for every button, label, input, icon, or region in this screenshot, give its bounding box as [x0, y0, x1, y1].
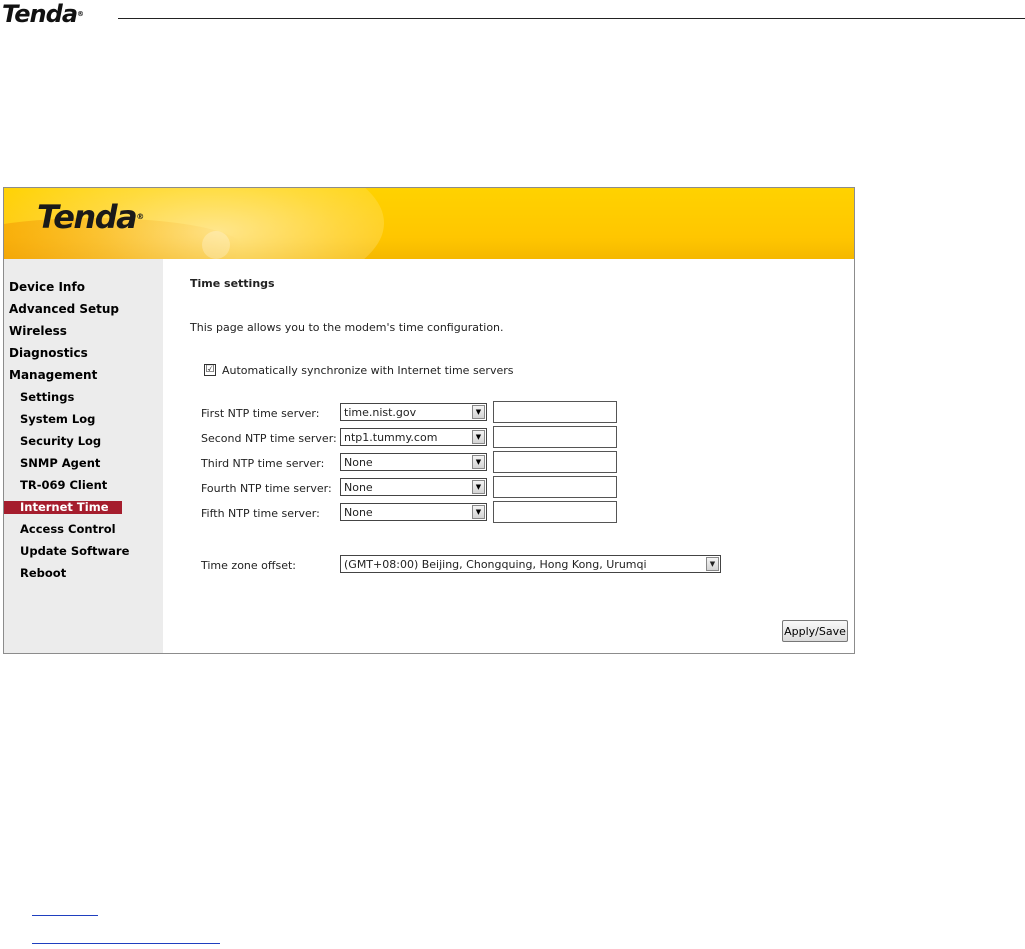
select-value: None: [344, 481, 373, 494]
ntp-server-row-5: Fifth NTP time server: None ▼: [201, 501, 661, 525]
banner-bubble: [202, 231, 230, 259]
auto-sync-label: Automatically synchronize with Internet …: [222, 364, 514, 377]
sidebar-item-diagnostics[interactable]: Diagnostics: [4, 345, 163, 367]
sidebar-item-label: System Log: [20, 412, 96, 426]
page-description: This page allows you to the modem's time…: [190, 321, 504, 334]
ntp-server-row-2: Second NTP time server: ntp1.tummy.com ▼: [201, 426, 661, 450]
ntp-server-label: Second NTP time server:: [201, 432, 337, 445]
chevron-down-icon[interactable]: ▼: [472, 455, 485, 469]
doc-logo-registered-mark: ®: [77, 10, 84, 18]
ntp-server-custom-input-4[interactable]: [493, 476, 617, 498]
ntp-server-row-1: First NTP time server: time.nist.gov ▼: [201, 401, 661, 425]
ntp-server-custom-input-2[interactable]: [493, 426, 617, 448]
sidebar-item-label: Diagnostics: [9, 346, 88, 360]
chevron-down-icon[interactable]: ▼: [472, 480, 485, 494]
sidebar-item-tr069-client[interactable]: TR-069 Client: [4, 477, 163, 499]
sidebar-nav: Device Info Advanced Setup Wireless Diag…: [4, 279, 163, 587]
sidebar-item-reboot[interactable]: Reboot: [4, 565, 163, 587]
ntp-server-custom-input-3[interactable]: [493, 451, 617, 473]
ntp-server-select-5[interactable]: None ▼: [340, 503, 487, 521]
sidebar-item-label: TR-069 Client: [20, 478, 108, 492]
sidebar-item-settings[interactable]: Settings: [4, 389, 163, 411]
select-value: (GMT+08:00) Beijing, Chongquing, Hong Ko…: [344, 558, 647, 571]
ntp-server-select-1[interactable]: time.nist.gov ▼: [340, 403, 487, 421]
sidebar-item-label: Advanced Setup: [9, 302, 120, 316]
sidebar-item-management[interactable]: Management: [4, 367, 163, 389]
sidebar-item-internet-time[interactable]: Internet Time: [4, 499, 163, 521]
ntp-server-select-2[interactable]: ntp1.tummy.com ▼: [340, 428, 487, 446]
apply-save-button[interactable]: Apply/Save: [782, 620, 848, 642]
footer-link-1[interactable]: [32, 915, 98, 916]
chevron-down-icon[interactable]: ▼: [472, 430, 485, 444]
sidebar-item-label: Device Info: [9, 280, 85, 294]
ntp-server-label: Fifth NTP time server:: [201, 507, 320, 520]
ntp-server-label: First NTP time server:: [201, 407, 320, 420]
page-title: Time settings: [190, 277, 275, 290]
sidebar-item-security-log[interactable]: Security Log: [4, 433, 163, 455]
doc-header-logo: Tenda®: [2, 0, 84, 28]
sidebar-item-label: Security Log: [20, 434, 102, 448]
sidebar-item-advanced-setup[interactable]: Advanced Setup: [4, 301, 163, 323]
ntp-server-row-4: Fourth NTP time server: None ▼: [201, 476, 661, 500]
main-content: Time settings This page allows you to th…: [163, 259, 854, 653]
timezone-row: Time zone offset: (GMT+08:00) Beijing, C…: [201, 555, 761, 575]
sidebar-item-snmp-agent[interactable]: SNMP Agent: [4, 455, 163, 477]
sidebar-item-wireless[interactable]: Wireless: [4, 323, 163, 345]
banner-logo-registered-mark: ®: [136, 212, 144, 221]
doc-header-rule: [118, 18, 1025, 19]
sidebar-item-system-log[interactable]: System Log: [4, 411, 163, 433]
sidebar-item-label: Access Control: [20, 522, 116, 536]
sidebar-item-label: Update Software: [20, 544, 130, 558]
banner-logo: Tenda®: [37, 197, 144, 237]
ntp-server-label: Third NTP time server:: [201, 457, 325, 470]
sidebar-item-device-info[interactable]: Device Info: [4, 279, 163, 301]
select-value: time.nist.gov: [344, 406, 417, 419]
sidebar-item-label: Internet Time: [4, 501, 122, 514]
doc-logo-text: Tenda: [2, 0, 78, 28]
chevron-down-icon[interactable]: ▼: [706, 557, 719, 571]
router-ui-screenshot: Tenda® Device Info Advanced Setup Wirele…: [3, 187, 855, 654]
sidebar-item-update-software[interactable]: Update Software: [4, 543, 163, 565]
select-value: ntp1.tummy.com: [344, 431, 438, 444]
sidebar-item-access-control[interactable]: Access Control: [4, 521, 163, 543]
sidebar-item-label: Wireless: [9, 324, 67, 338]
sidebar: Device Info Advanced Setup Wireless Diag…: [4, 259, 163, 653]
ntp-server-select-3[interactable]: None ▼: [340, 453, 487, 471]
ntp-server-row-3: Third NTP time server: None ▼: [201, 451, 661, 475]
timezone-select[interactable]: (GMT+08:00) Beijing, Chongquing, Hong Ko…: [340, 555, 721, 573]
sidebar-item-label: Reboot: [20, 566, 67, 580]
sidebar-item-label: Settings: [20, 390, 75, 404]
footer-link-2[interactable]: [32, 943, 220, 944]
ntp-server-custom-input-5[interactable]: [493, 501, 617, 523]
ntp-server-label: Fourth NTP time server:: [201, 482, 332, 495]
auto-sync-checkbox[interactable]: ☑: [204, 364, 216, 376]
chevron-down-icon[interactable]: ▼: [472, 405, 485, 419]
sidebar-item-label: Management: [9, 368, 98, 382]
select-value: None: [344, 456, 373, 469]
timezone-label: Time zone offset:: [201, 559, 296, 572]
ntp-server-custom-input-1[interactable]: [493, 401, 617, 423]
sidebar-item-label: SNMP Agent: [20, 456, 101, 470]
banner-logo-text: Tenda: [37, 198, 138, 236]
ntp-server-select-4[interactable]: None ▼: [340, 478, 487, 496]
chevron-down-icon[interactable]: ▼: [472, 505, 485, 519]
select-value: None: [344, 506, 373, 519]
banner: Tenda®: [4, 188, 854, 259]
